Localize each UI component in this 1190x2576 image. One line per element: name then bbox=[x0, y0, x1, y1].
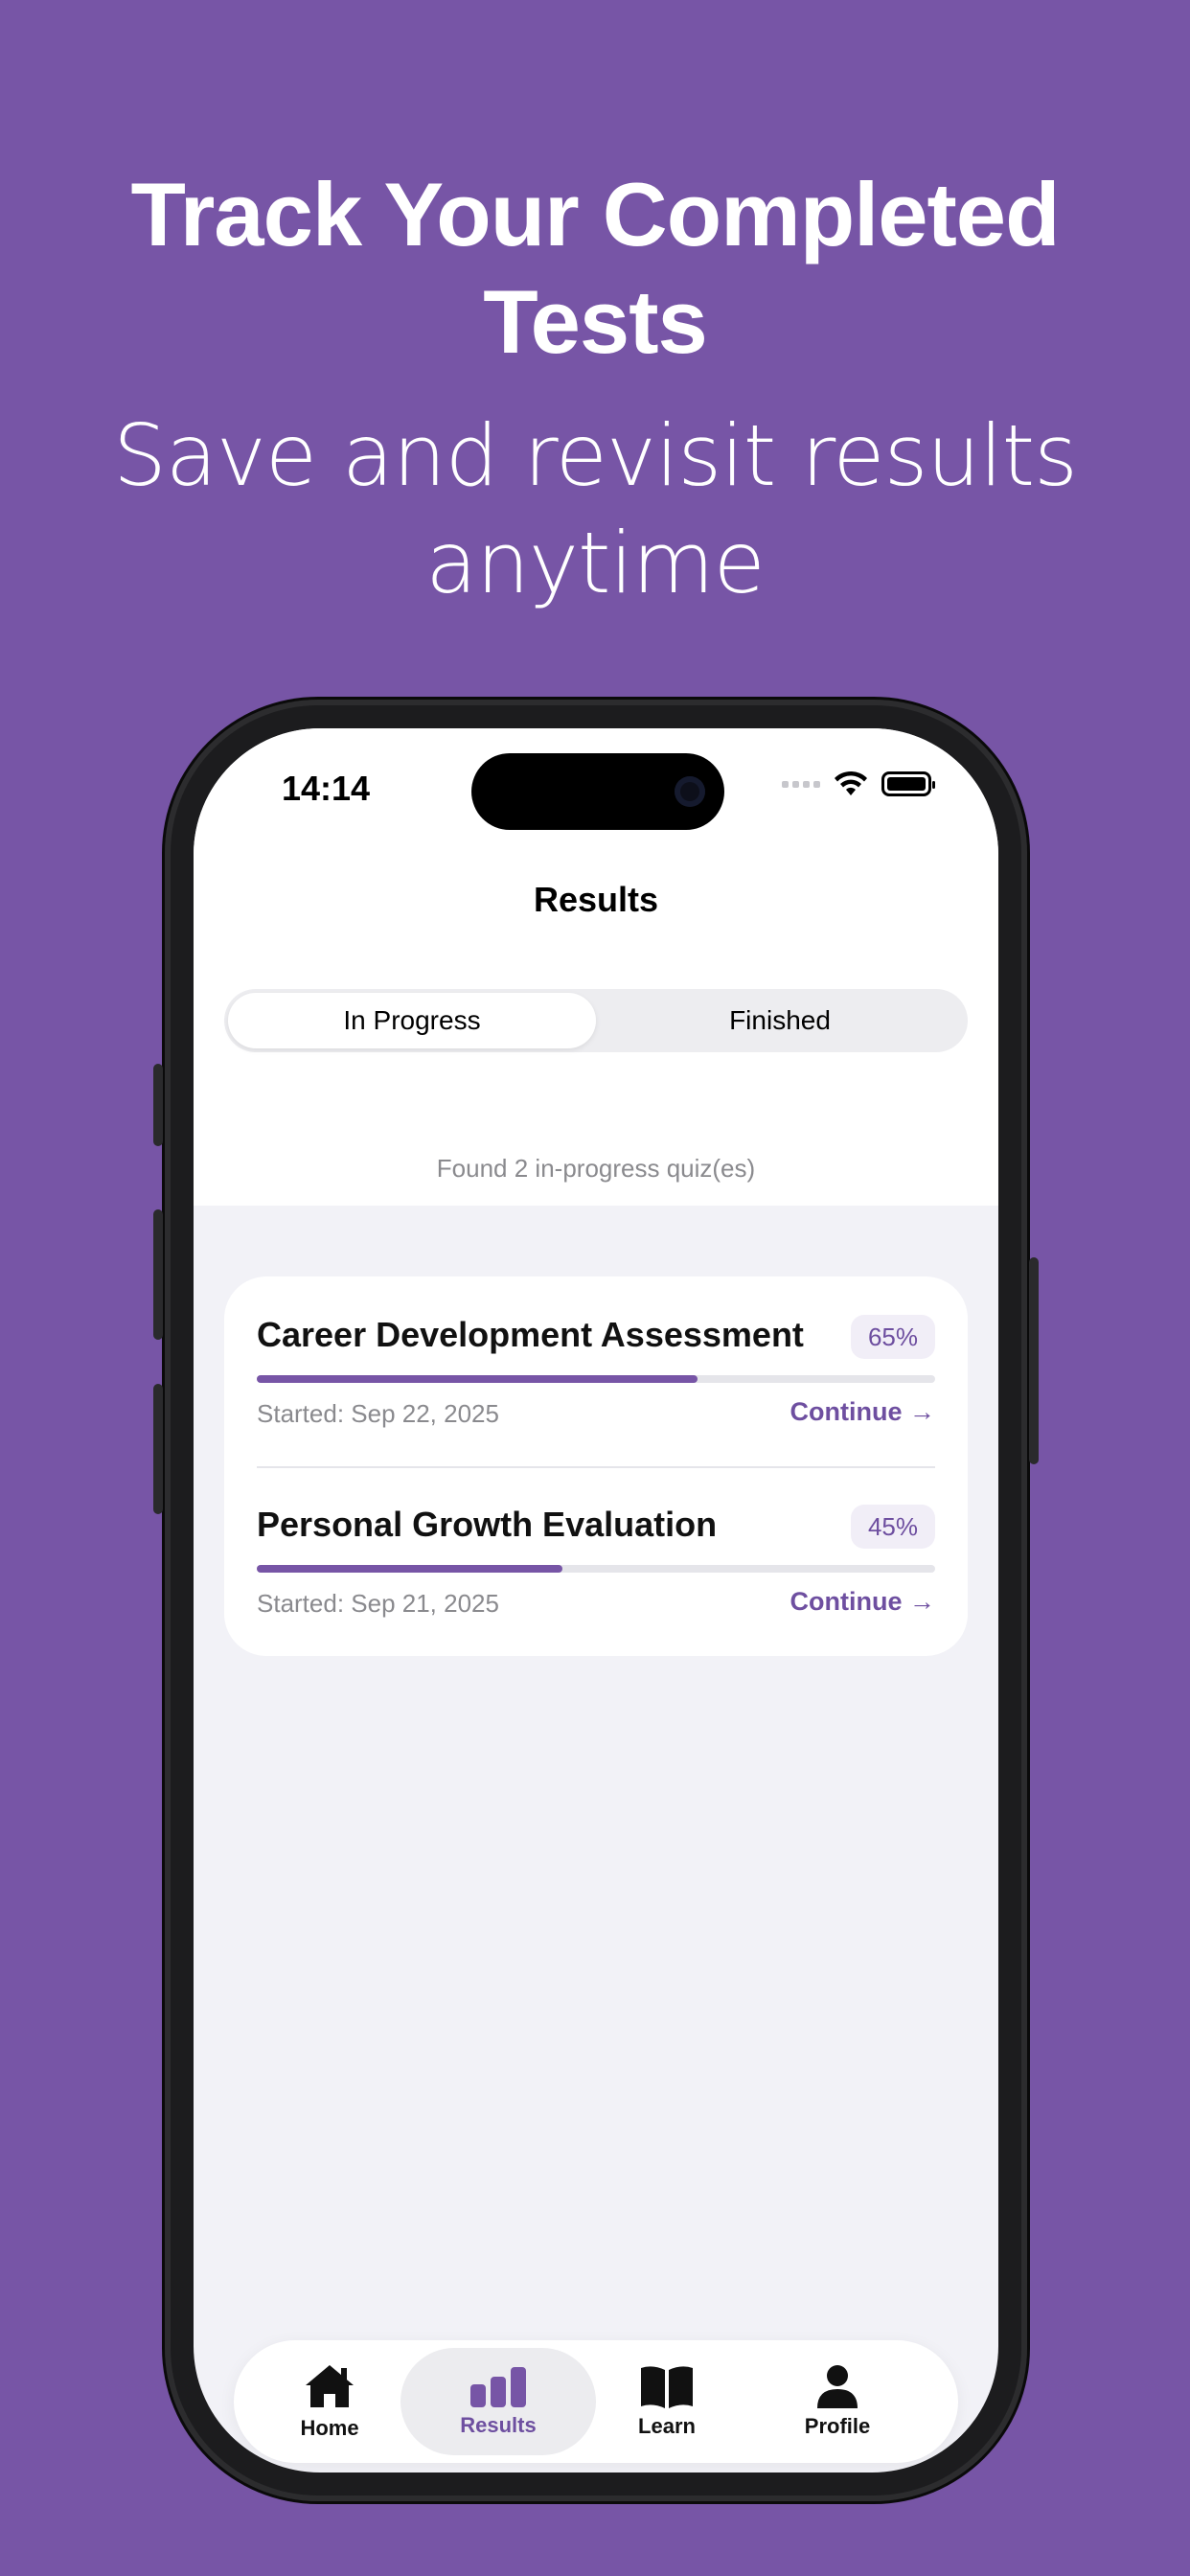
subline-line-1: Save and revisit results bbox=[112, 406, 1078, 505]
tab-profile[interactable]: Profile bbox=[740, 2348, 935, 2455]
started-date: Started: Sep 22, 2025 bbox=[257, 1399, 499, 1428]
book-icon bbox=[641, 2366, 693, 2408]
battery-icon bbox=[881, 771, 935, 796]
marketing-headline: Track Your Completed Tests bbox=[0, 161, 1190, 376]
progress-bar bbox=[257, 1565, 935, 1573]
status-segmented-control: In Progress Finished bbox=[224, 989, 968, 1052]
headline-line-1: Track Your Completed bbox=[130, 164, 1060, 264]
progress-percent-badge: 65% bbox=[850, 1315, 935, 1359]
marketing-subline: Save and revisit results anytime bbox=[0, 402, 1190, 617]
bar-chart-icon bbox=[470, 2367, 526, 2407]
quiz-item[interactable]: Career Development Assessment 65% Starte… bbox=[257, 1276, 935, 1466]
app-screen: 14:14 Results In Progress Finished Found… bbox=[194, 728, 998, 2472]
quiz-title: Personal Growth Evaluation bbox=[257, 1505, 718, 1544]
headline-line-2: Tests bbox=[483, 271, 708, 372]
progress-bar bbox=[257, 1375, 935, 1383]
tab-home[interactable]: Home bbox=[232, 2348, 427, 2455]
page-title: Results bbox=[533, 880, 659, 919]
status-time: 14:14 bbox=[282, 769, 371, 808]
power-button bbox=[1029, 1257, 1039, 1464]
house-icon bbox=[306, 2365, 354, 2407]
tab-label: Results bbox=[460, 2413, 537, 2437]
camera-icon bbox=[675, 776, 705, 807]
tab-results[interactable]: Results bbox=[400, 2348, 596, 2455]
tab-bar: Home Results Learn Profile bbox=[234, 2340, 958, 2463]
tab-label: Profile bbox=[804, 2414, 871, 2438]
progress-bar-fill bbox=[257, 1565, 562, 1573]
dynamic-island bbox=[471, 753, 724, 830]
subline-line-2: anytime bbox=[425, 514, 766, 612]
volume-up-button bbox=[153, 1209, 163, 1340]
tab-label: Home bbox=[300, 2416, 359, 2440]
cellular-signal-icon bbox=[782, 780, 820, 788]
tab-label: Learn bbox=[638, 2414, 696, 2438]
wifi-icon bbox=[835, 770, 867, 795]
started-date: Started: Sep 21, 2025 bbox=[257, 1589, 499, 1618]
status-icons bbox=[782, 770, 935, 797]
phone-frame: 14:14 Results In Progress Finished Found… bbox=[153, 700, 1039, 2501]
tab-learn[interactable]: Learn bbox=[569, 2348, 765, 2455]
quiz-list-card: Career Development Assessment 65% Starte… bbox=[224, 1276, 968, 1656]
segment-in-progress[interactable]: In Progress bbox=[228, 993, 596, 1048]
progress-percent-badge: 45% bbox=[850, 1505, 935, 1549]
continue-button[interactable]: Continue → bbox=[790, 1587, 935, 1617]
quiz-title: Career Development Assessment bbox=[257, 1315, 804, 1354]
progress-bar-fill bbox=[257, 1375, 698, 1383]
quiz-item[interactable]: Personal Growth Evaluation 45% Started: … bbox=[257, 1466, 935, 1656]
continue-button[interactable]: Continue → bbox=[790, 1397, 935, 1427]
action-button bbox=[153, 1064, 163, 1146]
results-count-text: Found 2 in-progress quiz(es) bbox=[436, 1154, 756, 1183]
segment-finished[interactable]: Finished bbox=[596, 993, 964, 1048]
volume-down-button bbox=[153, 1384, 163, 1514]
person-icon bbox=[817, 2365, 858, 2408]
